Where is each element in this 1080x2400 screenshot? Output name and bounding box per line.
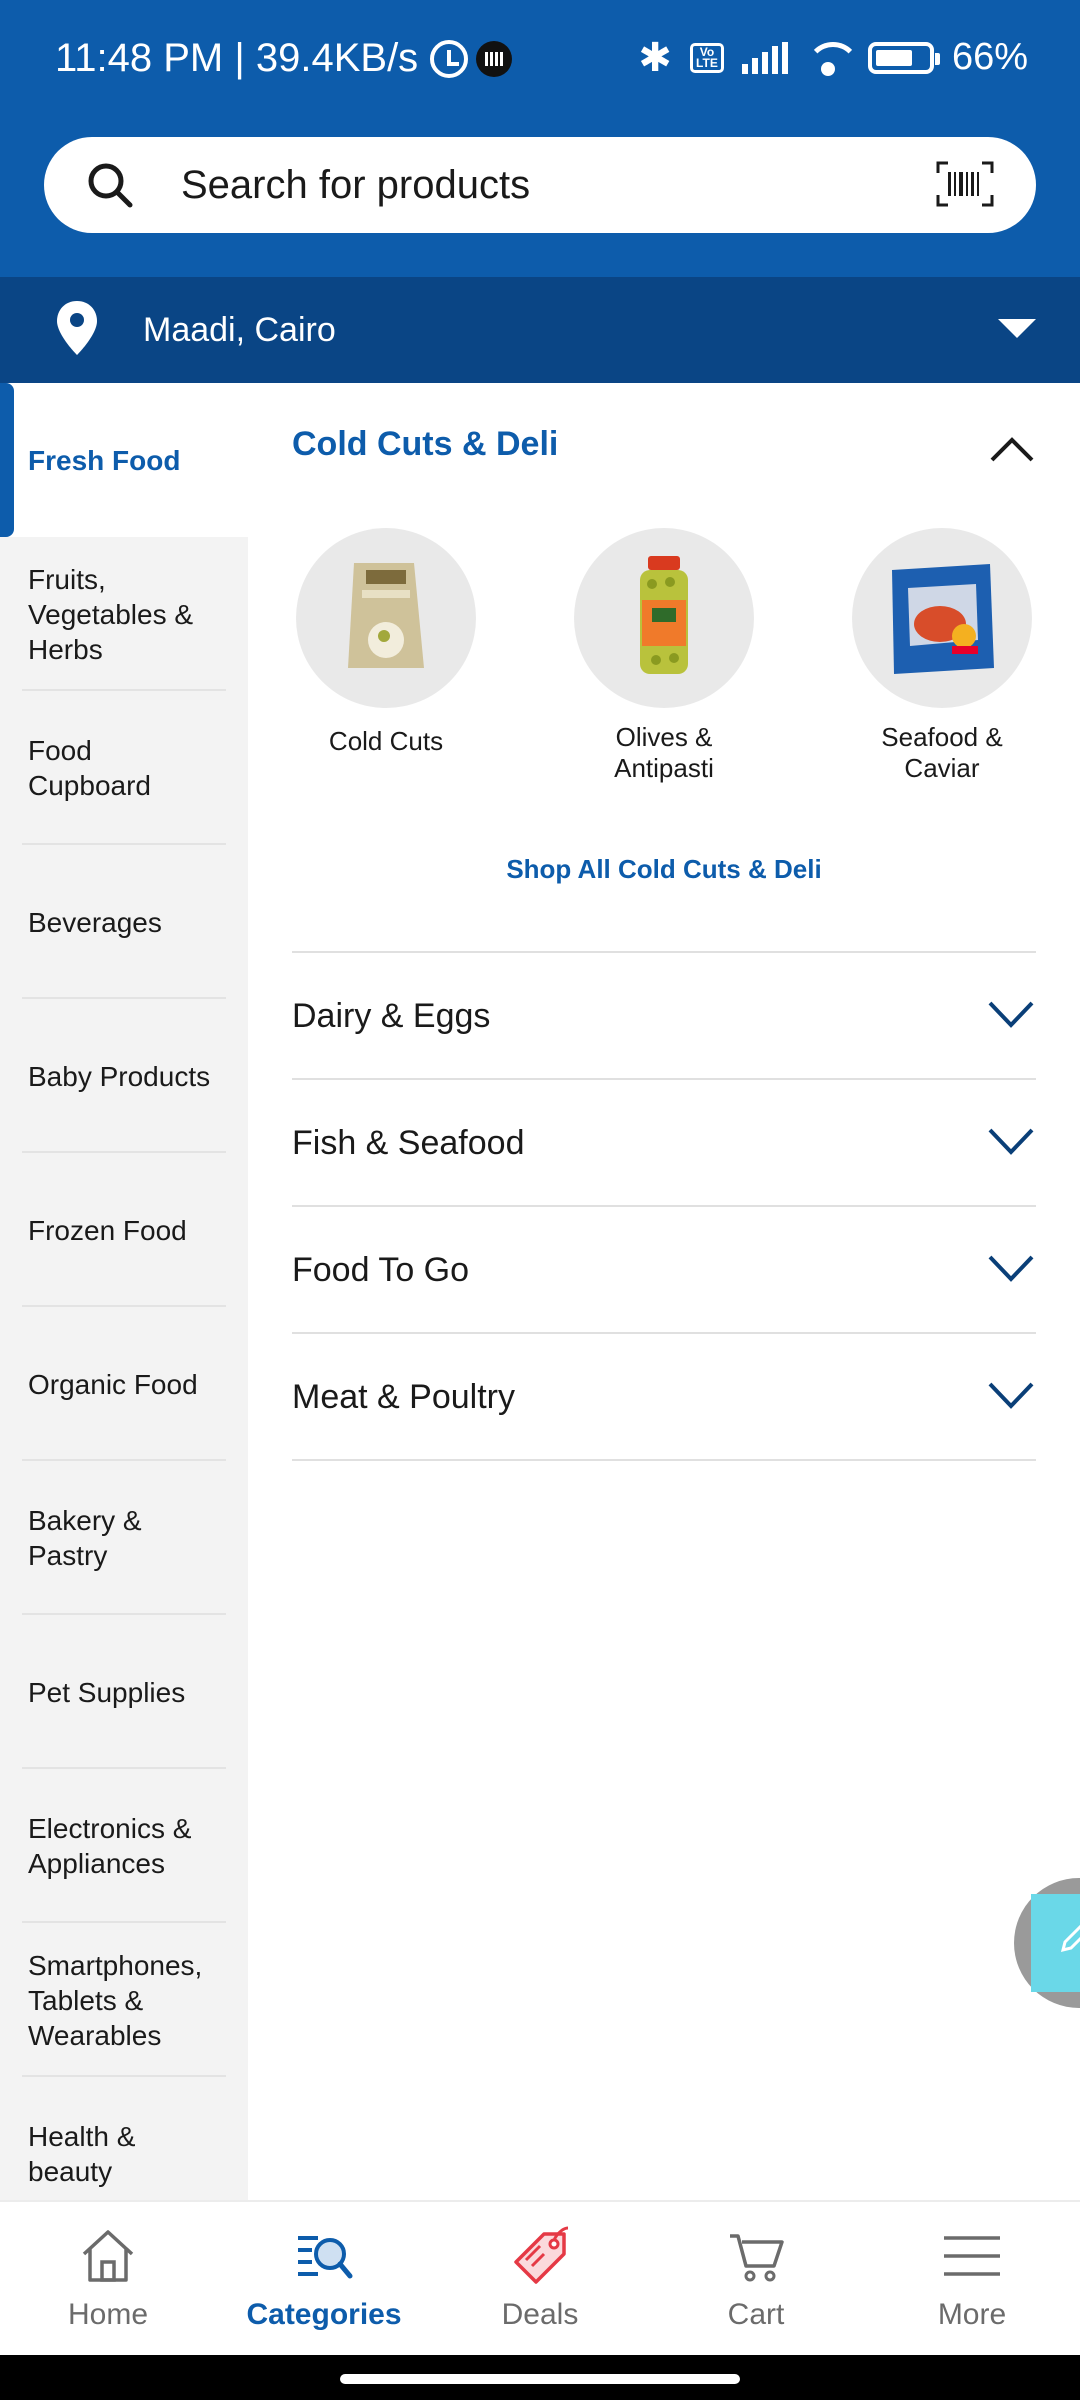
sidebar-item-label: Baby Products bbox=[28, 1060, 211, 1092]
nav-more[interactable]: More bbox=[864, 2202, 1080, 2357]
sidebar-item-bakery-pastry[interactable]: Bakery & Pastry bbox=[0, 1461, 248, 1615]
section-food-to-go[interactable]: Food To Go bbox=[292, 1207, 1036, 1334]
sidebar-item-pet-supplies[interactable]: Pet Supplies bbox=[0, 1615, 248, 1769]
volte-icon: Vo LTE bbox=[689, 42, 724, 73]
subcategory-label: Seafood & Caviar bbox=[881, 722, 1003, 783]
categories-icon bbox=[298, 2236, 353, 2279]
product-image bbox=[296, 528, 476, 708]
sidebar-item-fresh-food[interactable]: Fresh Food bbox=[0, 383, 248, 537]
product-image bbox=[852, 528, 1032, 708]
divider bbox=[292, 1459, 1036, 1461]
search-bar[interactable] bbox=[44, 137, 1036, 233]
sidebar-item-electronics-appliances[interactable]: Electronics & Appliances bbox=[0, 1769, 248, 1923]
sidebar-item-frozen-food[interactable]: Frozen Food bbox=[0, 1153, 248, 1307]
product-image bbox=[574, 528, 754, 708]
sidebar-item-label: Beverages bbox=[28, 906, 162, 938]
section-title: Fish & Seafood bbox=[292, 1124, 525, 1162]
audio-recording-icon bbox=[476, 40, 513, 77]
section-meat-poultry[interactable]: Meat & Poultry bbox=[292, 1334, 1036, 1461]
olives-jar-image bbox=[640, 556, 688, 674]
status-left: 11:48 PM | 39.4KB/s bbox=[55, 36, 513, 81]
nav-label: More bbox=[937, 2298, 1007, 2331]
nav-label: Cart bbox=[727, 2298, 785, 2331]
pencil-icon bbox=[1060, 1924, 1080, 1953]
sidebar-item-food-cupboard[interactable]: Food Cupboard bbox=[0, 691, 248, 845]
home-gesture-handle[interactable] bbox=[340, 2374, 740, 2384]
cold-cuts-pouch-image bbox=[348, 563, 424, 668]
nav-label: Categories bbox=[246, 2298, 402, 2331]
wifi-icon bbox=[805, 41, 860, 76]
sidebar-item-label: Fresh Food bbox=[28, 444, 181, 476]
floating-feedback-inner[interactable] bbox=[1031, 1894, 1080, 1992]
subcategory-olives-antipasti[interactable]: Olives & Antipasti bbox=[574, 528, 754, 784]
section-title: Meat & Poultry bbox=[292, 1378, 515, 1416]
sidebar-item-smartphones-tablets-wearables[interactable]: Smartphones, Tablets & Wearables bbox=[0, 1923, 248, 2077]
nav-label: Deals bbox=[501, 2298, 579, 2331]
sidebar-item-beverages[interactable]: Beverages bbox=[0, 845, 248, 999]
search-icon bbox=[88, 163, 133, 208]
battery-level: 66% bbox=[951, 36, 1028, 78]
bluetooth-icon: ✱ bbox=[638, 35, 672, 80]
nav-home[interactable]: Home bbox=[0, 2202, 216, 2357]
cart-icon bbox=[730, 2234, 784, 2282]
sidebar-item-label: Food Cupboard bbox=[28, 735, 151, 801]
sidebar-item-label: Fruits, Vegetables & Herbs bbox=[28, 563, 194, 665]
chevron-down-icon bbox=[988, 1128, 1034, 1155]
location-label: Maadi, Cairo bbox=[143, 311, 336, 349]
alarm-icon bbox=[430, 39, 469, 78]
subcategory-label: Olives & Antipasti bbox=[614, 722, 714, 783]
search-input[interactable] bbox=[181, 137, 941, 233]
chevron-down-icon bbox=[988, 1001, 1034, 1028]
section-title: Dairy & Eggs bbox=[292, 997, 491, 1035]
cell-signal-icon bbox=[741, 41, 788, 74]
home-icon bbox=[82, 2230, 134, 2282]
menu-icon bbox=[944, 2236, 1000, 2276]
seafood-bag-image bbox=[892, 564, 994, 674]
sidebar-item-label: Pet Supplies bbox=[28, 1676, 186, 1708]
status-bar: 11:48 PM | 39.4KB/s ✱ Vo LTE 66% bbox=[0, 0, 1080, 120]
chevron-up-icon[interactable] bbox=[990, 433, 1034, 463]
deals-tag-icon bbox=[514, 2226, 569, 2284]
caret-down-icon bbox=[998, 319, 1036, 338]
battery-icon bbox=[867, 41, 940, 74]
location-pin-icon bbox=[57, 301, 97, 355]
chevron-down-icon bbox=[988, 1382, 1034, 1409]
app-header: 11:48 PM | 39.4KB/s ✱ Vo LTE 66% bbox=[0, 0, 1080, 277]
chevron-down-icon bbox=[988, 1255, 1034, 1282]
section-title: Food To Go bbox=[292, 1251, 470, 1289]
sidebar-item-label: Smartphones, Tablets & Wearables bbox=[28, 1949, 203, 2051]
nav-deals[interactable]: Deals bbox=[432, 2202, 648, 2357]
sidebar-item-health-beauty[interactable]: Health & beauty bbox=[0, 2077, 248, 2200]
category-sidebar: Fresh Food Fruits, Vegetables & Herbs Fo… bbox=[0, 383, 248, 2200]
sidebar-item-fruits-vegetables-herbs[interactable]: Fruits, Vegetables & Herbs bbox=[0, 537, 248, 691]
delivery-location-selector[interactable]: Maadi, Cairo bbox=[0, 277, 1080, 383]
bottom-navigation: Home Categories Deals Cart More bbox=[0, 2200, 1080, 2355]
sidebar-item-label: Electronics & Appliances bbox=[28, 1813, 192, 1879]
sidebar-item-label: Bakery & Pastry bbox=[28, 1505, 142, 1571]
section-fish-seafood[interactable]: Fish & Seafood bbox=[292, 1080, 1036, 1207]
sidebar-item-label: Frozen Food bbox=[28, 1214, 187, 1246]
subcategory-cold-cuts[interactable]: Cold Cuts bbox=[296, 528, 476, 757]
sidebar-item-label: Health & beauty bbox=[28, 2121, 136, 2187]
category-content: Cold Cuts & Deli Cold Cuts Olives & Anti… bbox=[248, 383, 1080, 2200]
nav-categories[interactable]: Categories bbox=[216, 2202, 432, 2357]
nav-label: Home bbox=[67, 2298, 149, 2331]
section-dairy-eggs[interactable]: Dairy & Eggs bbox=[292, 953, 1036, 1080]
status-right: ✱ Vo LTE 66% bbox=[638, 36, 1028, 79]
section-title: Cold Cuts & Deli bbox=[292, 425, 559, 463]
sidebar-item-label: Organic Food bbox=[28, 1368, 198, 1400]
barcode-scanner-icon[interactable] bbox=[936, 161, 994, 207]
subcategory-label: Cold Cuts bbox=[328, 726, 444, 756]
subcategory-seafood-caviar[interactable]: Seafood & Caviar bbox=[852, 528, 1032, 784]
shop-all-link[interactable]: Shop All Cold Cuts & Deli bbox=[248, 854, 1080, 885]
sidebar-item-baby-products[interactable]: Baby Products bbox=[0, 999, 248, 1153]
status-time: 11:48 PM | 39.4KB/s bbox=[55, 36, 419, 80]
nav-cart[interactable]: Cart bbox=[648, 2202, 864, 2357]
sidebar-item-organic-food[interactable]: Organic Food bbox=[0, 1307, 248, 1461]
